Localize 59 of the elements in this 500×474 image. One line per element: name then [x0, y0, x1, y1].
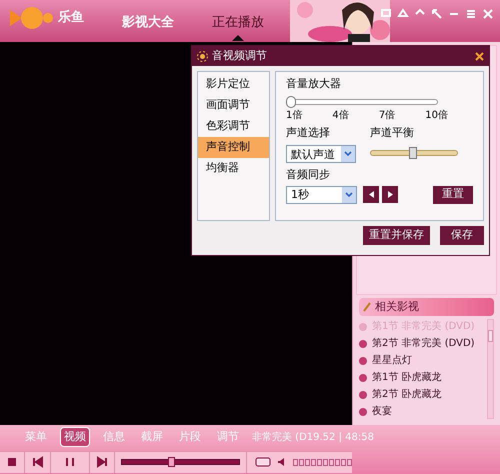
related-title: 相关影视 [375, 298, 419, 315]
progress-track[interactable] [121, 457, 240, 467]
channel-dropdown[interactable]: 默认声道 [286, 145, 356, 163]
increase-button[interactable] [382, 186, 398, 203]
caret-left-icon [368, 191, 374, 198]
progress-thumb[interactable] [168, 457, 176, 467]
menu-item[interactable]: 画面调节 [198, 95, 269, 116]
bullet-icon [359, 374, 367, 382]
tick-label: 4倍 [332, 108, 349, 122]
close-icon[interactable] [475, 52, 484, 60]
bullet-icon [359, 322, 367, 330]
screen-icon[interactable] [254, 457, 271, 467]
tick-label: 1倍 [286, 108, 302, 122]
chevron-down-icon [341, 146, 355, 162]
fish-logo-icon [10, 6, 54, 30]
reset-button[interactable]: 重置 [433, 186, 473, 204]
dialog-title: 音视频调节 [212, 48, 267, 64]
field-label: 音频同步 [286, 167, 331, 183]
menu-item[interactable]: 均衡器 [198, 158, 269, 179]
menu-icon[interactable] [465, 8, 477, 20]
slider-thumb[interactable] [286, 96, 296, 108]
caret-right-icon [388, 191, 392, 198]
previous-icon [30, 455, 45, 469]
pencil-icon [363, 302, 371, 312]
bullet-icon [359, 408, 367, 416]
select-value: 默认声道 [291, 148, 335, 160]
related-item[interactable]: 第1节 卧虎藏龙 [359, 370, 487, 385]
bullet-icon [359, 390, 367, 398]
related-item[interactable]: 第2节 非常完美 (DVD) [359, 336, 487, 351]
dialog-button[interactable]: 保存 [440, 226, 484, 245]
related-item[interactable]: 星星点灯 [359, 353, 487, 368]
menu-item[interactable]: 影片定位 [198, 74, 269, 95]
field-label: 声道平衡 [370, 124, 415, 140]
scrollbar[interactable] [487, 319, 494, 419]
sync-dropdown[interactable]: 1秒 [286, 186, 357, 204]
slider-thumb[interactable] [409, 147, 417, 159]
dialog-button[interactable]: 重置并保存 [363, 226, 430, 245]
decrease-button[interactable] [363, 186, 379, 203]
toolbar-tab[interactable]: 视频 [60, 426, 90, 448]
field-label: 声道选择 [286, 124, 331, 140]
menu-item[interactable]: 色彩调节 [198, 116, 269, 137]
related-item[interactable]: 第2节 卧虎藏龙 [359, 387, 487, 402]
next-icon [94, 455, 109, 469]
tick-label: 7倍 [378, 108, 396, 122]
tick-label: 10倍 [425, 108, 448, 122]
amplifier-slider[interactable] [286, 96, 438, 108]
bullet-icon [359, 356, 367, 364]
app-name: 乐鱼 [58, 8, 84, 28]
field-label: 音量放大器 [286, 76, 342, 92]
bullet-icon [359, 340, 367, 348]
speaker-icon[interactable] [276, 457, 287, 467]
chevron-down-icon [342, 186, 356, 202]
menu-item[interactable]: 声音控制 [198, 137, 269, 158]
sun-icon [197, 50, 208, 62]
now-playing-text: 非常完美 (D19.52 | 48:58 [252, 430, 374, 444]
volume-meter[interactable] [292, 458, 352, 466]
related-item[interactable]: 夜宴 [359, 404, 487, 419]
select-value: 1秒 [291, 189, 309, 200]
balance-slider[interactable] [370, 147, 458, 159]
